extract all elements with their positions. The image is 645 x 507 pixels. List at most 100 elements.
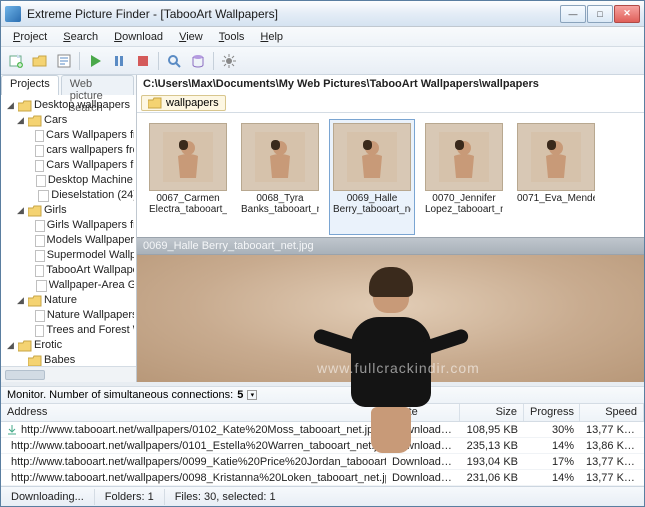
page-icon xyxy=(35,160,44,172)
col-speed[interactable]: Speed xyxy=(580,404,644,421)
thumbnail-item[interactable]: 0067_Carmen Electra_tabooart_ne... xyxy=(145,119,231,235)
thumbnail-item[interactable]: 0070_Jennifer Lopez_tabooart_ne xyxy=(421,119,507,235)
cell-speed: 13,77 KB... xyxy=(580,472,644,484)
tree-node[interactable]: Trees and Forest Wallpa xyxy=(3,323,134,338)
thumbnail-image xyxy=(241,123,319,191)
image-preview: www.fullcrackindir.com xyxy=(137,255,644,382)
folder-icon xyxy=(18,340,32,352)
menu-view[interactable]: View xyxy=(171,29,211,45)
breadcrumb-folder[interactable]: wallpapers xyxy=(141,95,226,111)
tree-node[interactable]: ◢ Girls xyxy=(3,203,134,218)
page-icon xyxy=(35,235,44,247)
collapse-icon[interactable]: ◢ xyxy=(15,113,26,128)
cell-size: 108,95 KB xyxy=(460,424,524,436)
tree-node[interactable]: Cars Wallpapers from Ju xyxy=(3,158,134,173)
col-size[interactable]: Size xyxy=(460,404,524,421)
folder-icon xyxy=(28,115,42,127)
download-row[interactable]: http://www.tabooart.net/wallpapers/0102_… xyxy=(1,422,644,438)
tree-label: Models Wallpapers from xyxy=(47,233,134,248)
properties-button[interactable] xyxy=(53,50,75,72)
status-folders: Folders: 1 xyxy=(95,489,165,505)
search-button[interactable] xyxy=(163,50,185,72)
tree-node[interactable]: cars wallpapers from DT xyxy=(3,143,134,158)
col-progress[interactable]: Progress xyxy=(524,404,580,421)
tree-label: Dieselstation (24) xyxy=(51,188,134,203)
tree-label: Trees and Forest Wallpa xyxy=(46,323,134,338)
tree-node[interactable]: Cars Wallpapers from De xyxy=(3,128,134,143)
thumbnail-image xyxy=(149,123,227,191)
close-button[interactable]: ✕ xyxy=(614,5,640,23)
tree-node[interactable]: Wallpaper-Area Girls xyxy=(3,278,134,293)
tree-node[interactable]: Models Wallpapers from xyxy=(3,233,134,248)
page-icon xyxy=(35,130,44,142)
menu-help[interactable]: Help xyxy=(252,29,291,45)
sidebar: Projects Web picture search ◢Desktop wal… xyxy=(1,75,137,382)
collapse-icon[interactable]: ◢ xyxy=(5,338,16,353)
folder-icon xyxy=(18,100,32,112)
tree-node[interactable]: ◢Desktop wallpapers xyxy=(3,98,134,113)
collapse-icon[interactable]: ◢ xyxy=(15,293,26,308)
tree-label: Girls xyxy=(44,203,67,218)
cell-speed: 13,77 KB... xyxy=(580,456,644,468)
download-grid-header: Address State Size Progress Speed xyxy=(1,404,644,422)
thumbnail-item[interactable]: 0071_Eva_Mendes_t... xyxy=(513,119,599,235)
tree-node[interactable]: ◢Nature xyxy=(3,293,134,308)
page-icon xyxy=(35,265,44,277)
thumbnail-caption: 0071_Eva_Mendes_t... xyxy=(517,193,595,204)
folder-icon xyxy=(28,205,42,217)
cell-address: http://www.tabooart.net/wallpapers/0102_… xyxy=(1,424,386,436)
monitor-header: Monitor. Number of simultaneous connecti… xyxy=(1,386,644,404)
thumbnail-caption: 0069_Halle Berry_tabooart_net.jp xyxy=(333,193,411,215)
thumbnail-image xyxy=(333,123,411,191)
database-button[interactable] xyxy=(187,50,209,72)
tree-node[interactable]: Dieselstation (24) xyxy=(3,188,134,203)
project-tree[interactable]: ◢Desktop wallpapers◢CarsCars Wallpapers … xyxy=(1,95,136,366)
stop-button[interactable] xyxy=(132,50,154,72)
download-row[interactable]: http://www.tabooart.net/wallpapers/0099_… xyxy=(1,454,644,470)
col-address[interactable]: Address xyxy=(1,404,386,421)
horizontal-scrollbar[interactable] xyxy=(1,366,136,382)
tree-label: Supermodel Wallpapers xyxy=(47,248,134,263)
tree-node[interactable]: ◢ Erotic xyxy=(3,338,134,353)
menu-search[interactable]: Search xyxy=(55,29,106,45)
tree-node[interactable]: ◢Cars xyxy=(3,113,134,128)
open-project-button[interactable] xyxy=(29,50,51,72)
thumbnail-item[interactable]: 0069_Halle Berry_tabooart_net.jp xyxy=(329,119,415,235)
breadcrumb-label: wallpapers xyxy=(166,97,219,109)
tree-node[interactable]: Nature Wallpapers from xyxy=(3,308,134,323)
cell-state: Downloading xyxy=(386,472,460,484)
tab-projects[interactable]: Projects xyxy=(1,75,59,95)
menu-tools[interactable]: Tools xyxy=(211,29,253,45)
collapse-icon[interactable]: ◢ xyxy=(15,203,26,218)
tree-node[interactable]: Babes xyxy=(3,353,134,366)
start-button[interactable] xyxy=(84,50,106,72)
new-project-button[interactable] xyxy=(5,50,27,72)
download-row[interactable]: http://www.tabooart.net/wallpapers/0101_… xyxy=(1,438,644,454)
minimize-button[interactable]: — xyxy=(560,5,586,23)
maximize-button[interactable]: □ xyxy=(587,5,613,23)
folder-icon xyxy=(28,355,42,367)
tree-node[interactable]: Desktop Machine (10) xyxy=(3,173,134,188)
tree-node[interactable]: Supermodel Wallpapers xyxy=(3,248,134,263)
tab-web-picture-search[interactable]: Web picture search xyxy=(61,75,134,95)
cell-state: Downloading xyxy=(386,456,460,468)
monitor-label: Monitor. Number of simultaneous connecti… xyxy=(7,389,233,401)
thumbnail-item[interactable]: 0068_Tyra Banks_tabooart_net... xyxy=(237,119,323,235)
tree-label: Cars Wallpapers from Ju xyxy=(46,158,134,173)
settings-button[interactable] xyxy=(218,50,240,72)
tree-label: Cars Wallpapers from De xyxy=(46,128,134,143)
monitor-connections-value: 5 xyxy=(237,389,243,401)
cell-address: http://www.tabooart.net/wallpapers/0098_… xyxy=(1,472,386,484)
tree-label: Erotic xyxy=(34,338,62,353)
download-grid[interactable]: http://www.tabooart.net/wallpapers/0102_… xyxy=(1,422,644,486)
cell-prog: 14% xyxy=(524,472,580,484)
status-files: Files: 30, selected: 1 xyxy=(165,489,644,505)
pause-button[interactable] xyxy=(108,50,130,72)
tree-node[interactable]: Girls Wallpapers from O xyxy=(3,218,134,233)
menu-project[interactable]: Project xyxy=(5,29,55,45)
download-row[interactable]: http://www.tabooart.net/wallpapers/0098_… xyxy=(1,470,644,486)
menu-download[interactable]: Download xyxy=(106,29,171,45)
monitor-connections-dropdown[interactable]: ▾ xyxy=(247,390,257,400)
collapse-icon[interactable]: ◢ xyxy=(5,98,16,113)
tree-node[interactable]: TabooArt Wallpapers (30 xyxy=(3,263,134,278)
